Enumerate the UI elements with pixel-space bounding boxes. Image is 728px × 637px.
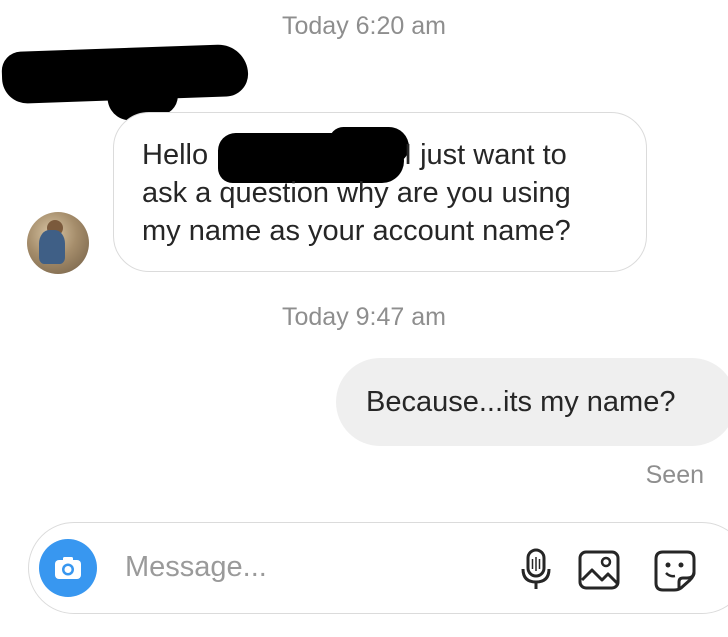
message-text: I just want to [404, 139, 567, 171]
redacted-name [329, 127, 409, 163]
outgoing-message-bubble[interactable]: Because...its my name? [336, 358, 728, 446]
seen-status: Seen [645, 461, 704, 489]
camera-icon [55, 557, 81, 579]
message-text: my name as your account name? [142, 215, 571, 247]
gallery-icon[interactable] [577, 548, 623, 592]
message-text: Hello [142, 139, 209, 171]
timestamp: Today 6:20 am [282, 12, 446, 40]
avatar[interactable] [27, 212, 89, 274]
sticker-icon[interactable] [653, 548, 699, 592]
camera-button[interactable] [39, 539, 97, 597]
avatar-photo-detail [39, 230, 65, 264]
message-text: Because...its my name? [366, 386, 676, 418]
incoming-message-bubble[interactable]: Hello I just want to ask a question why … [113, 112, 647, 272]
timestamp: Today 9:47 am [282, 303, 446, 331]
message-input[interactable]: Message... [125, 551, 267, 584]
message-composer[interactable]: Message... [28, 522, 728, 614]
microphone-icon[interactable] [517, 548, 555, 592]
message-text: ask a question why are you using [142, 177, 571, 209]
